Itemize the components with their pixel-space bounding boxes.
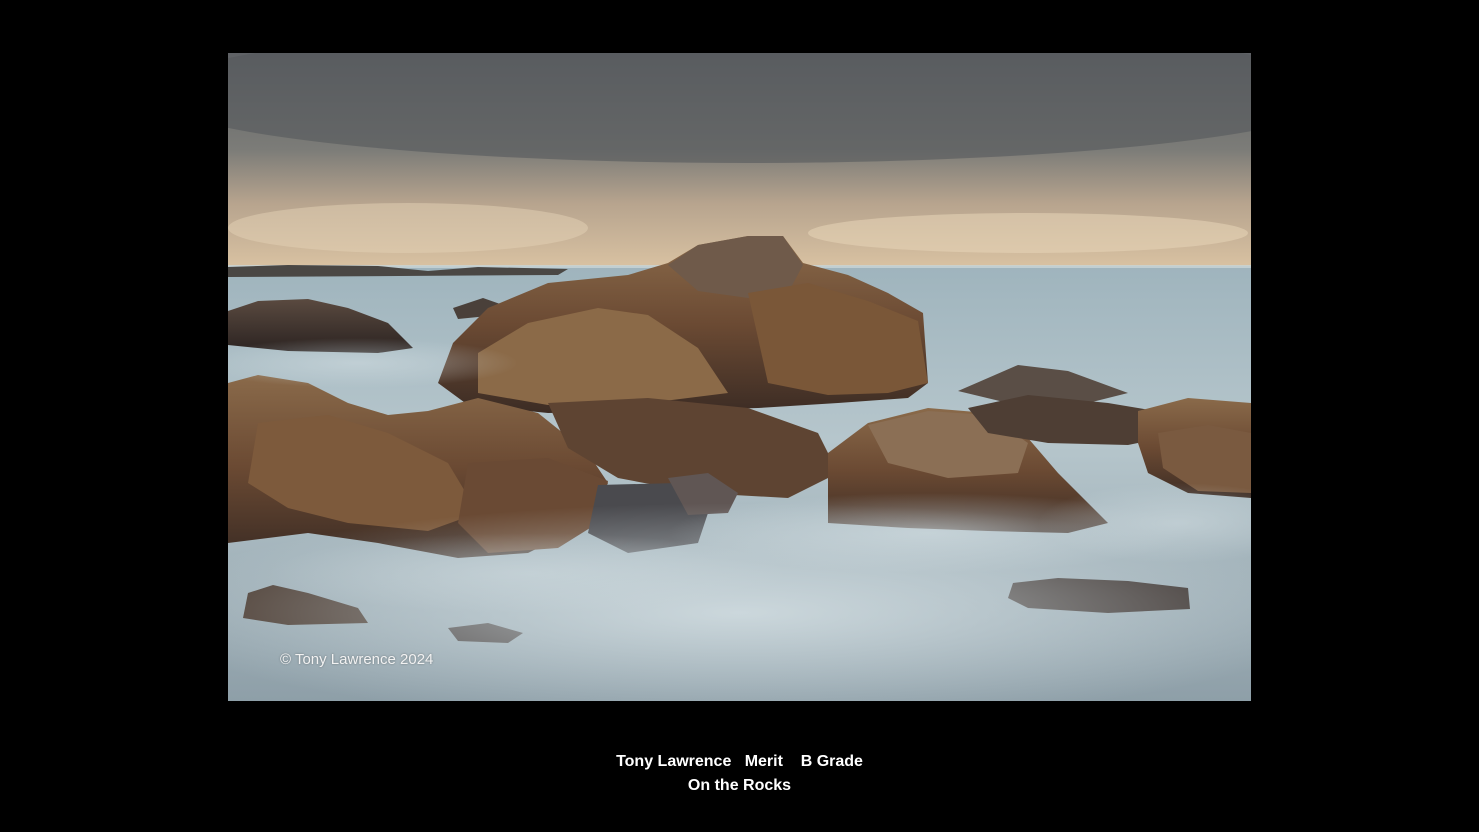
copyright-watermark: © Tony Lawrence 2024 <box>280 651 434 668</box>
caption-author-award-grade: Tony Lawrence Merit B Grade <box>616 753 863 770</box>
seascape-image <box>228 53 1251 701</box>
slide: © Tony Lawrence 2024 Tony Lawrence Merit… <box>0 0 1479 832</box>
caption-photo-title: On the Rocks <box>687 777 792 794</box>
competition-photo: © Tony Lawrence 2024 <box>228 53 1251 701</box>
